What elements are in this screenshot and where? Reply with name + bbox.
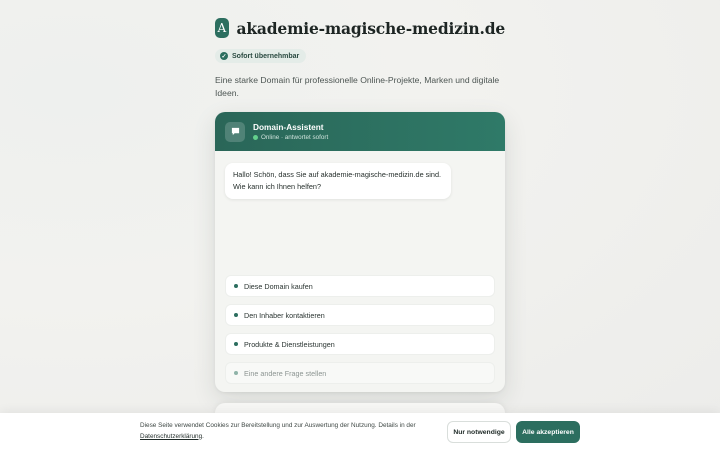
cookie-link-suffix: . xyxy=(202,432,204,440)
check-circle-icon: ✓ xyxy=(220,52,228,60)
domain-header: A akademie-magische-medizin.de ✓ Sofort … xyxy=(215,18,505,100)
domain-title: akademie-magische-medizin.de xyxy=(236,18,506,38)
option-contact-owner[interactable]: Den Inhaber kontaktieren xyxy=(225,304,495,326)
chat-options: Diese Domain kaufen Den Inhaber kontakti… xyxy=(225,275,495,391)
accept-all-button[interactable]: Alle akzeptieren xyxy=(516,421,580,443)
tagline: Eine starke Domain für professionelle On… xyxy=(215,75,500,98)
cookie-banner: Diese Seite verwendet Cookies zur Bereit… xyxy=(0,413,720,450)
chat-header: Domain-Assistent Online · antwortet sofo… xyxy=(215,112,505,151)
option-label: Eine andere Frage stellen xyxy=(244,368,327,378)
bullet-icon xyxy=(234,342,238,346)
chat-bubble-icon xyxy=(225,121,245,142)
status-badge: ✓ Sofort übernehmbar xyxy=(215,49,307,63)
online-dot-icon xyxy=(253,135,258,140)
bullet-icon xyxy=(234,371,238,375)
option-label: Diese Domain kaufen xyxy=(244,281,313,291)
option-label: Den Inhaber kontaktieren xyxy=(244,310,325,320)
bullet-icon xyxy=(234,313,238,317)
privacy-policy-link[interactable]: Datenschutzerklärung xyxy=(140,433,202,440)
badge-label: Sofort übernehmbar xyxy=(232,52,300,60)
bullet-icon xyxy=(234,284,238,288)
option-products-services[interactable]: Produkte & Dienstleistungen xyxy=(225,333,495,355)
greeting-message: Hallo! Schön, dass Sie auf akademie-magi… xyxy=(225,163,451,199)
logo-icon: A xyxy=(215,18,229,38)
option-buy-domain[interactable]: Diese Domain kaufen xyxy=(225,275,495,297)
chat-status: Online · antwortet sofort xyxy=(253,134,328,141)
chat-widget: Domain-Assistent Online · antwortet sofo… xyxy=(215,112,505,392)
brand: A akademie-magische-medizin.de xyxy=(215,18,505,38)
option-other-question[interactable]: Eine andere Frage stellen xyxy=(225,362,495,384)
chat-title: Domain-Assistent xyxy=(253,122,324,132)
cookie-message: Diese Seite verwendet Cookies zur Bereit… xyxy=(140,422,416,429)
chat-status-label: Online · antwortet sofort xyxy=(261,134,329,141)
option-label: Produkte & Dienstleistungen xyxy=(244,339,335,349)
necessary-only-button[interactable]: Nur notwendige xyxy=(447,421,511,443)
cookie-text: Diese Seite verwendet Cookies zur Bereit… xyxy=(140,421,440,442)
